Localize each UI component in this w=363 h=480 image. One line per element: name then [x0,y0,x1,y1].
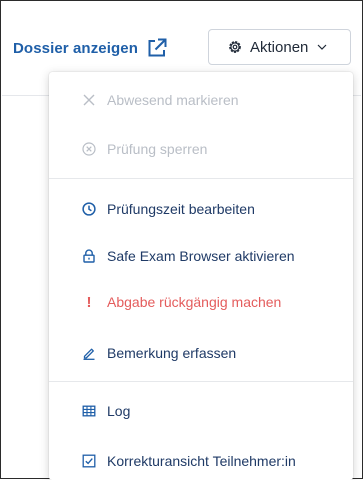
menu-item-add-remark[interactable]: Bemerkung erfassen [49,337,353,369]
menu-item-label: Abwesend markieren [107,92,239,108]
actions-label: Aktionen [250,38,309,56]
table-icon [82,405,96,417]
menu-item-log[interactable]: Log [49,395,353,427]
menu-item-correction-view[interactable]: Korrekturansicht Teilnehmer:in [49,445,353,477]
menu-item-edit-exam-time[interactable]: Prüfungszeit bearbeiten [49,193,353,225]
exclamation-icon: ! [86,293,92,311]
chevron-down-icon [317,44,327,50]
menu-item-undo-submission[interactable]: ! Abgabe rückgängig machen [49,286,353,318]
menu-separator [49,381,353,382]
dossier-link[interactable]: Dossier anzeigen [13,37,168,59]
menu-separator [49,178,353,179]
menu-item-label: Prüfungszeit bearbeiten [107,201,255,217]
menu-item-label: Abgabe rückgängig machen [107,294,282,310]
menu-item-label: Safe Exam Browser aktivieren [107,248,295,264]
x-icon [83,94,95,106]
clock-icon [82,202,96,216]
actions-dropdown-button[interactable]: Aktionen [208,29,351,65]
gear-icon [229,41,241,53]
menu-item-lock-exam[interactable]: Prüfung sperren [49,133,353,165]
checkbox-icon [82,454,96,468]
menu-item-label: Prüfung sperren [107,141,208,157]
actions-menu: Abwesend markieren Prüfung sperren Prüfu… [49,72,353,480]
lock-icon [83,249,95,263]
dossier-link-label: Dossier anzeigen [13,39,138,57]
window-frame: Dossier anzeigen Aktionen Abwesend marki… [0,0,363,480]
menu-item-label: Bemerkung erfassen [107,345,237,361]
menu-item-activate-seb[interactable]: Safe Exam Browser aktivieren [49,240,353,272]
pencil-icon [83,348,95,360]
menu-item-mark-absent[interactable]: Abwesend markieren [49,84,353,116]
x-circle-icon [82,142,96,156]
external-link-icon [148,38,167,57]
menu-item-label: Log [107,403,131,419]
menu-item-label: Korrekturansicht Teilnehmer:in [107,453,296,469]
